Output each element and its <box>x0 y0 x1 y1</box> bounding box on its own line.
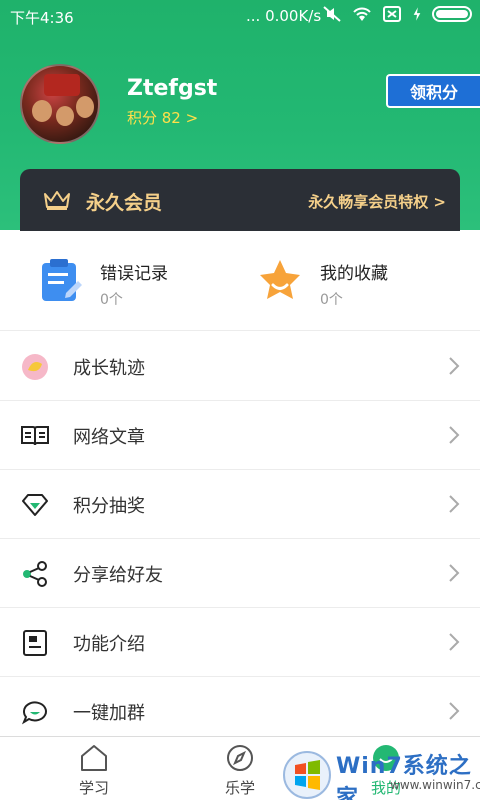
menu-label: 功能介绍 <box>73 634 145 655</box>
vip-title: 永久会员 <box>86 192 163 214</box>
earn-points-button[interactable]: 领积分 <box>386 74 480 108</box>
status-bar: 下午4:36 ... 0.00K/s <box>0 0 480 32</box>
crown-icon <box>44 191 70 210</box>
chevron-right-icon <box>449 702 460 720</box>
menu-list: 成长轨迹 网络文章 积分抽奖 分享给好友 功能介绍 一键加群 <box>0 332 480 746</box>
growth-icon <box>22 354 48 380</box>
star-icon <box>260 260 300 299</box>
username: Ztefgst <box>127 76 218 101</box>
chevron-right-icon <box>449 426 460 444</box>
menu-item-growth[interactable]: 成长轨迹 <box>0 332 480 401</box>
watermark-text: Win7系统之家 <box>336 754 472 800</box>
book-icon <box>21 426 49 446</box>
chevron-right-icon <box>449 495 460 513</box>
tab-study-label: 学习 <box>78 779 109 797</box>
chevron-right-icon <box>449 357 460 375</box>
menu-label: 分享给好友 <box>73 565 163 586</box>
favorites-title: 我的收藏 <box>320 264 388 284</box>
wifi-icon <box>353 7 371 21</box>
points-link[interactable]: 积分 82 > <box>127 107 198 128</box>
error-records-count: 0个 <box>100 292 123 308</box>
home-icon <box>81 745 107 771</box>
status-icons <box>322 5 472 23</box>
tab-study[interactable]: 学习 <box>14 737 174 800</box>
chat-icon <box>21 701 47 725</box>
compass-icon <box>227 745 253 771</box>
favorites-count: 0个 <box>320 292 343 308</box>
share-icon <box>23 561 47 587</box>
error-records-card[interactable]: 错误记录 0个 <box>0 231 230 331</box>
menu-item-articles[interactable]: 网络文章 <box>0 401 480 470</box>
mute-icon <box>323 6 341 22</box>
watermark: Win7系统之家 www.winwin7.com <box>282 742 480 800</box>
menu-label: 积分抽奖 <box>73 496 145 517</box>
status-time: 下午4:36 <box>10 9 74 27</box>
avatar[interactable] <box>20 64 100 144</box>
menu-item-lottery[interactable]: 积分抽奖 <box>0 470 480 539</box>
menu-label: 网络文章 <box>73 427 145 448</box>
diamond-icon <box>22 494 48 516</box>
chevron-right-icon <box>449 564 460 582</box>
error-records-title: 错误记录 <box>100 264 168 284</box>
menu-label: 一键加群 <box>73 703 145 724</box>
profile-header: 下午4:36 ... 0.00K/s Ztefgst 积分 82 > 领积分 永… <box>0 0 480 231</box>
menu-label: 成长轨迹 <box>73 358 145 379</box>
charging-icon <box>413 7 421 21</box>
document-icon <box>23 630 47 656</box>
network-speed: ... 0.00K/s <box>246 7 322 25</box>
windows-logo-icon <box>283 751 331 799</box>
profile-page: 下午4:36 ... 0.00K/s Ztefgst 积分 82 > 领积分 永… <box>0 0 480 800</box>
notepad-icon <box>42 259 82 301</box>
battery-icon <box>432 6 472 22</box>
quick-cards: 错误记录 0个 我的收藏 0个 <box>0 231 480 331</box>
vip-banner[interactable]: 永久会员 永久畅享会员特权 > <box>20 169 460 231</box>
vip-privileges-link[interactable]: 永久畅享会员特权 > <box>308 191 446 212</box>
menu-item-features[interactable]: 功能介绍 <box>0 608 480 677</box>
sim-icon <box>383 6 401 22</box>
watermark-url: www.winwin7.com <box>390 778 480 792</box>
favorites-card[interactable]: 我的收藏 0个 <box>220 231 450 331</box>
menu-item-share[interactable]: 分享给好友 <box>0 539 480 608</box>
chevron-right-icon <box>449 633 460 651</box>
